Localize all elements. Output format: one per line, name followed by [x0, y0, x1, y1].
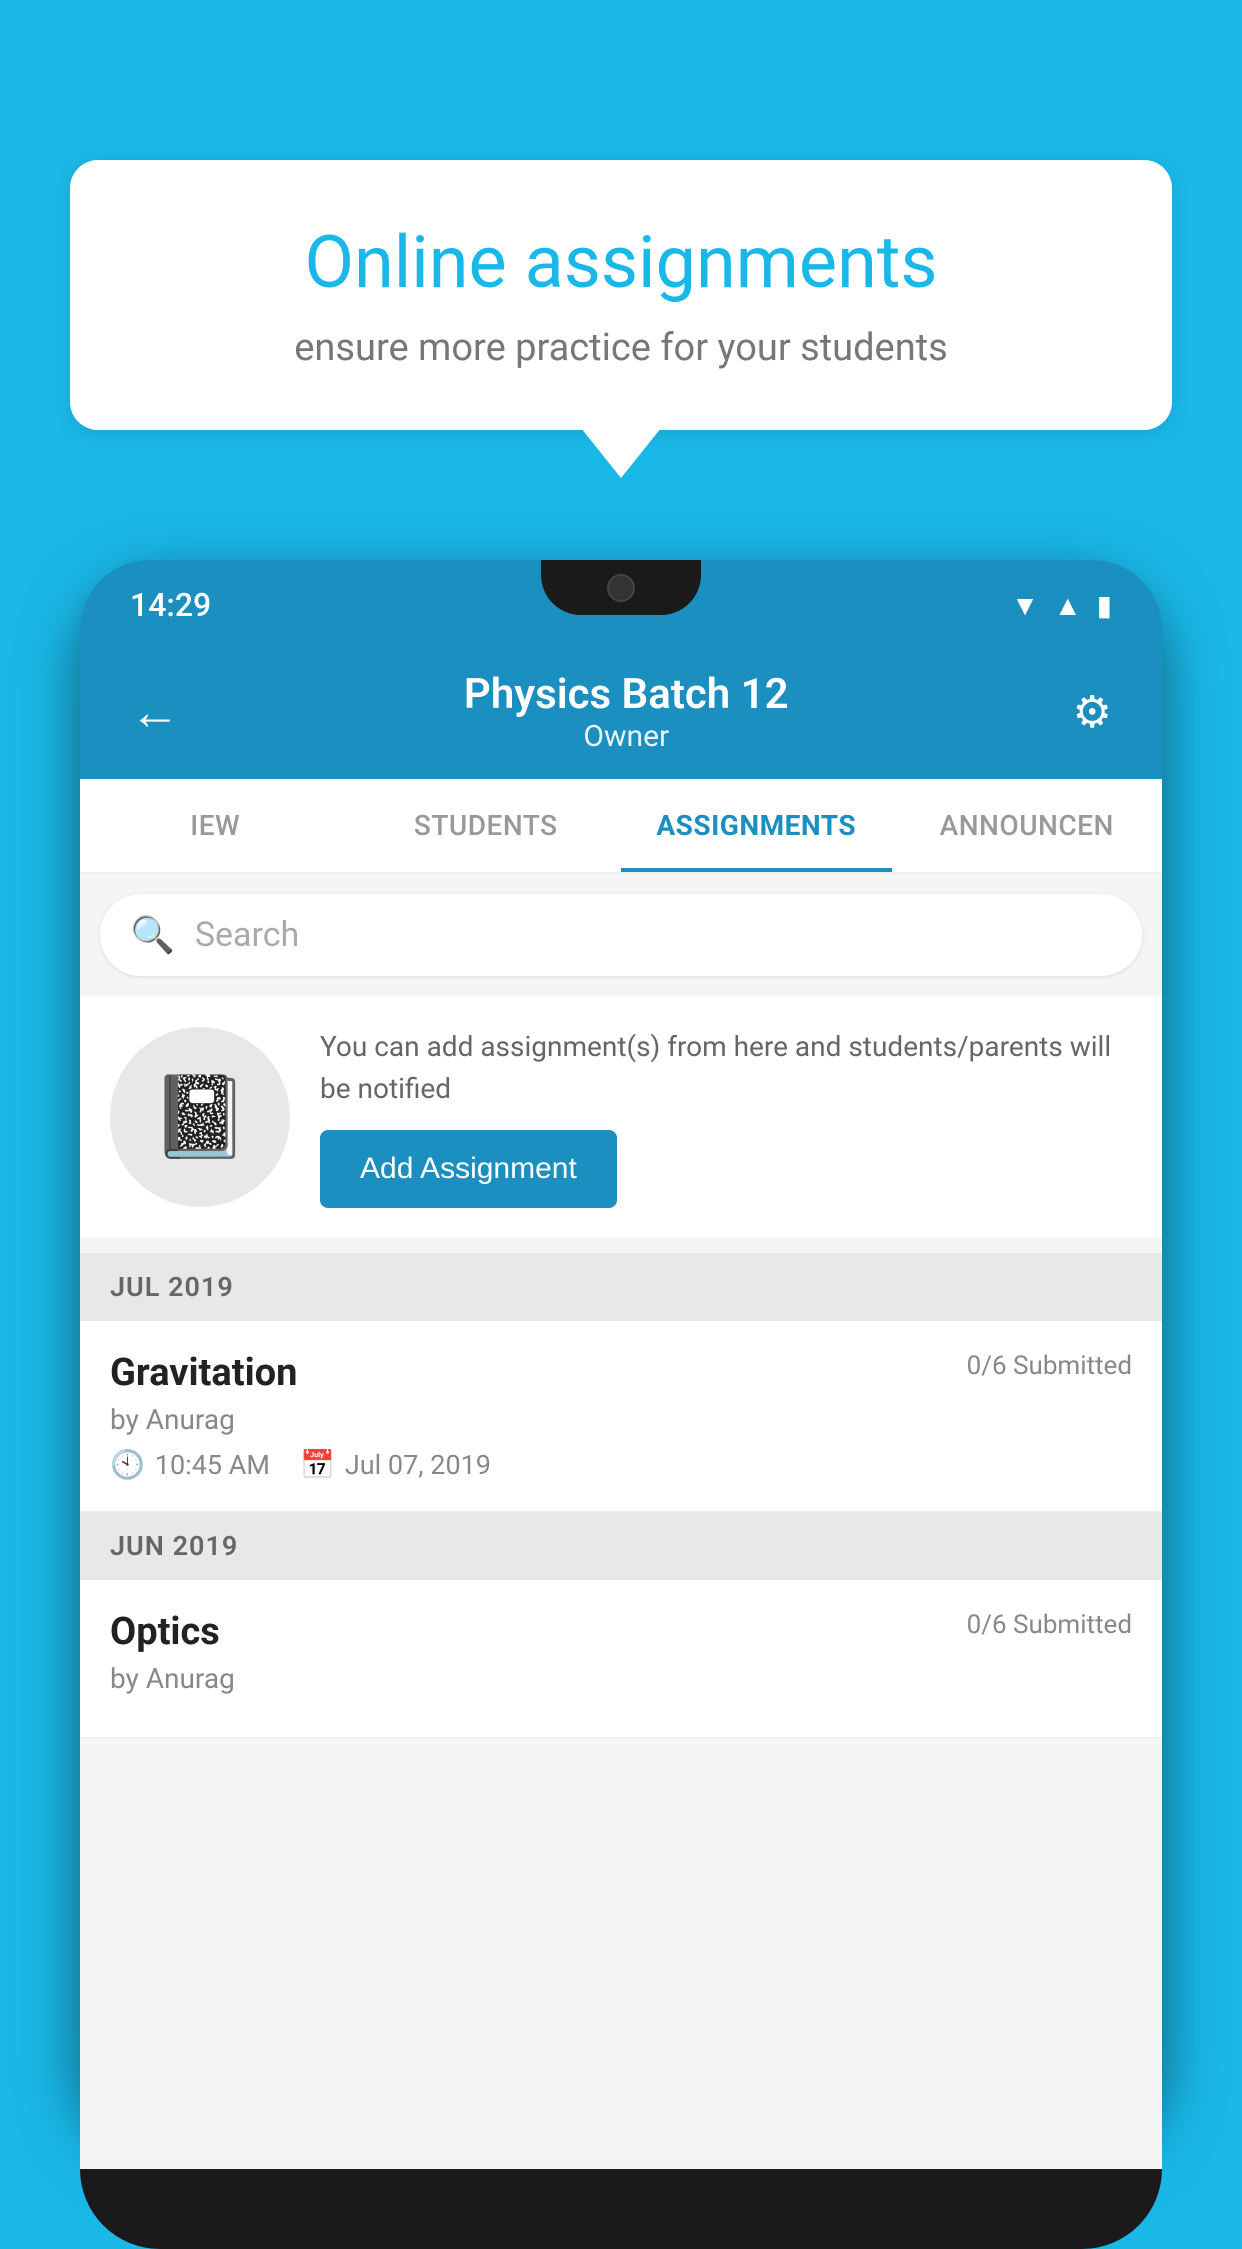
- tab-students[interactable]: STUDENTS: [351, 779, 622, 872]
- assignment-date-gravitation: 📅 Jul 07, 2019: [300, 1448, 491, 1481]
- status-time: 14:29: [130, 586, 211, 624]
- tab-announcements[interactable]: ANNOUNCEN: [892, 779, 1163, 872]
- batch-title: Physics Batch 12: [464, 670, 789, 719]
- app-header: ← Physics Batch 12 Owner ⚙: [80, 650, 1162, 779]
- assignment-time-gravitation: 🕙 10:45 AM: [110, 1448, 270, 1481]
- assignment-optics[interactable]: Optics 0/6 Submitted by Anurag: [80, 1580, 1162, 1738]
- promo-title: Online assignments: [150, 220, 1092, 306]
- tab-iew[interactable]: IEW: [80, 779, 351, 872]
- phone-bottom: [80, 2169, 1162, 2249]
- status-bar: 14:29 ▼ ▲ ▮: [80, 560, 1162, 650]
- signal-icon: ▲: [1054, 589, 1082, 622]
- section-jun-2019: JUN 2019: [80, 1512, 1162, 1580]
- header-title-group: Physics Batch 12 Owner: [464, 670, 789, 754]
- phone-device: 14:29 ▼ ▲ ▮ ← Physics Batch 12 Owner ⚙ I…: [80, 560, 1162, 2208]
- assignment-submitted-optics: 0/6 Submitted: [967, 1610, 1132, 1640]
- section-jul-2019: JUL 2019: [80, 1253, 1162, 1321]
- search-bar[interactable]: 🔍 Search: [100, 894, 1142, 976]
- clock-icon: 🕙: [110, 1448, 145, 1481]
- assignment-author-optics: by Anurag: [110, 1662, 1132, 1695]
- content-area: 🔍 Search 📓 You can add assignment(s) fro…: [80, 874, 1162, 2169]
- tab-assignments[interactable]: ASSIGNMENTS: [621, 779, 892, 872]
- notebook-icon: 📓: [150, 1070, 250, 1164]
- assignment-title-optics: Optics: [110, 1610, 220, 1654]
- speech-bubble: Online assignments ensure more practice …: [70, 160, 1172, 430]
- assignment-author-gravitation: by Anurag: [110, 1403, 1132, 1436]
- promo-text-section: You can add assignment(s) from here and …: [320, 1026, 1132, 1208]
- promo-subtitle: ensure more practice for your students: [150, 326, 1092, 370]
- promo-description: You can add assignment(s) from here and …: [320, 1026, 1132, 1110]
- status-icons: ▼ ▲ ▮: [1011, 589, 1112, 622]
- search-placeholder: Search: [195, 915, 299, 955]
- assignment-meta-gravitation: 🕙 10:45 AM 📅 Jul 07, 2019: [110, 1448, 1132, 1481]
- assignment-top-row: Gravitation 0/6 Submitted: [110, 1351, 1132, 1395]
- calendar-icon: 📅: [300, 1448, 335, 1481]
- assignment-gravitation[interactable]: Gravitation 0/6 Submitted by Anurag 🕙 10…: [80, 1321, 1162, 1512]
- assignment-submitted-gravitation: 0/6 Submitted: [967, 1351, 1132, 1381]
- add-assignment-button[interactable]: Add Assignment: [320, 1130, 617, 1208]
- promo-card: 📓 You can add assignment(s) from here an…: [80, 996, 1162, 1238]
- back-button[interactable]: ←: [130, 683, 180, 742]
- phone-camera: [607, 574, 635, 602]
- assignment-title-gravitation: Gravitation: [110, 1351, 297, 1395]
- assignment-optics-top-row: Optics 0/6 Submitted: [110, 1610, 1132, 1654]
- promo-icon-circle: 📓: [110, 1027, 290, 1207]
- battery-icon: ▮: [1097, 589, 1112, 622]
- tabs-bar: IEW STUDENTS ASSIGNMENTS ANNOUNCEN: [80, 779, 1162, 874]
- phone-notch: [541, 560, 701, 615]
- search-icon: 🔍: [130, 914, 175, 956]
- settings-button[interactable]: ⚙: [1073, 686, 1112, 738]
- phone-frame: 14:29 ▼ ▲ ▮ ← Physics Batch 12 Owner ⚙ I…: [80, 560, 1162, 2140]
- wifi-icon: ▼: [1011, 589, 1039, 622]
- batch-role: Owner: [464, 719, 789, 754]
- promo-banner: Online assignments ensure more practice …: [70, 160, 1172, 430]
